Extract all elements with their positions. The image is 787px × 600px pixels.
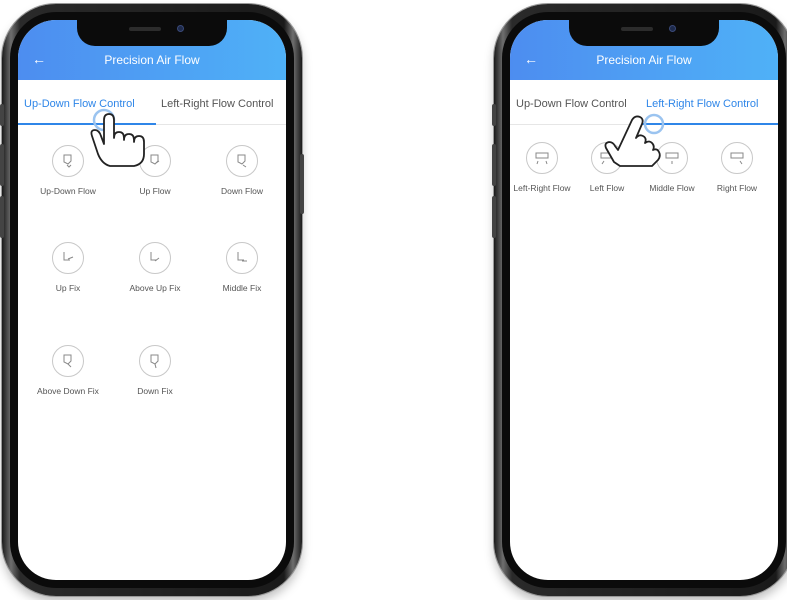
volume-down-button	[492, 196, 496, 238]
phone-notch	[569, 20, 719, 46]
volume-down-button	[0, 196, 4, 238]
phone-frame-right: ← Precision Air Flow Up-Down Flow Contro…	[492, 4, 787, 596]
option-label: Down Flow	[220, 186, 264, 196]
tab-left-right-flow-control[interactable]: Left-Right Flow Control	[161, 98, 274, 110]
mute-switch	[492, 104, 496, 126]
option-label: Down Fix	[137, 386, 173, 396]
option-label: Above Down Fix	[37, 386, 99, 396]
volume-up-button	[492, 144, 496, 186]
page-title: Precision Air Flow	[596, 53, 692, 67]
above-down-fix-option[interactable]: Above Down Fix	[28, 345, 108, 397]
option-label: Middle Fix	[222, 283, 262, 293]
option-label: Above Up Fix	[129, 283, 181, 293]
above-up-fix-icon	[139, 242, 171, 274]
phone-screen-left: ← Precision Air Flow Up-Down Flow Contro…	[18, 20, 286, 580]
above-up-fix-option[interactable]: Above Up Fix	[115, 242, 195, 294]
middle-fix-icon	[226, 242, 258, 274]
flow-tabs: Up-Down Flow Control Left-Right Flow Con…	[18, 80, 286, 125]
above-down-fix-icon	[52, 345, 84, 377]
right-flow-option[interactable]: Right Flow	[697, 142, 777, 194]
up-fix-icon	[52, 242, 84, 274]
option-label: Up Fix	[55, 283, 81, 293]
down-flow-icon	[226, 145, 258, 177]
option-label: Up-Down Flow	[40, 186, 96, 196]
phone-screen-right: ← Precision Air Flow Up-Down Flow Contro…	[510, 20, 778, 580]
right-flow-icon	[721, 142, 753, 174]
power-button	[300, 154, 304, 214]
volume-up-button	[0, 144, 4, 186]
middle-fix-option[interactable]: Middle Fix	[202, 242, 282, 294]
phone-frame-left: ← Precision Air Flow Up-Down Flow Contro…	[0, 4, 304, 596]
option-label: Right Flow	[716, 183, 758, 193]
option-label: Up Flow	[139, 186, 171, 196]
page-title: Precision Air Flow	[104, 53, 200, 67]
tap-gesture-hand-icon	[90, 108, 145, 167]
down-fix-option[interactable]: Down Fix	[115, 345, 195, 397]
left-right-flow-icon	[526, 142, 558, 174]
down-flow-option[interactable]: Down Flow	[202, 145, 282, 197]
up-fix-option[interactable]: Up Fix	[28, 242, 108, 294]
phone-notch	[77, 20, 227, 46]
down-fix-icon	[139, 345, 171, 377]
tap-gesture-hand-icon	[604, 113, 665, 167]
mute-switch	[0, 104, 4, 126]
